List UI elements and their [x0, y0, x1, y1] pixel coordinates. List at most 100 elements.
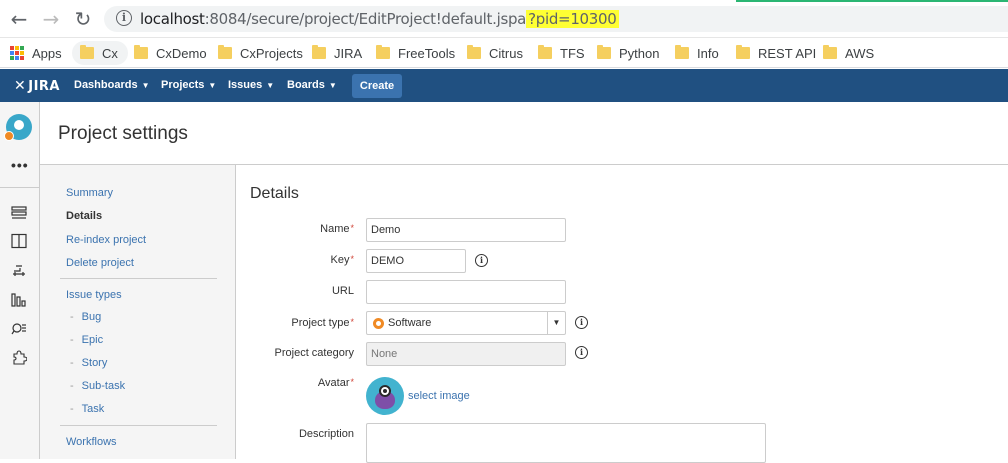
key-help-icon[interactable]: i: [475, 254, 488, 267]
jira-logo[interactable]: ✕ JIRA: [14, 78, 60, 94]
url-label: URL: [236, 285, 354, 297]
bookmark-cxprojects[interactable]: CxProjects: [218, 44, 303, 62]
avatar-pupil: [383, 389, 387, 393]
label-text: Key: [330, 254, 350, 266]
required-marker: *: [350, 317, 354, 327]
nav-dashboards[interactable]: Dashboards ▼: [74, 79, 150, 91]
nav-label: Boards: [287, 79, 325, 91]
dash-marker: -: [70, 380, 74, 392]
settings-nav-reindex[interactable]: Re-index project: [66, 234, 146, 246]
name-label: Name*: [236, 223, 354, 235]
jira-logo-icon: ✕: [14, 78, 27, 94]
folder-icon: [467, 45, 481, 59]
bookmark-cxdemo[interactable]: CxDemo: [134, 44, 207, 62]
project-type-help-icon[interactable]: i: [575, 316, 588, 329]
issue-type-label: Task: [81, 403, 105, 415]
url-query-highlighted: ?pid=10300: [526, 10, 619, 28]
description-textarea[interactable]: [366, 423, 766, 463]
label-text: Name: [320, 223, 350, 235]
software-type-icon: [373, 318, 384, 329]
more-icon[interactable]: •••: [11, 157, 29, 173]
issue-type-epic[interactable]: - Epic: [70, 334, 103, 346]
bookmark-label: CxDemo: [156, 45, 207, 61]
selected-value: Software: [388, 317, 432, 329]
settings-nav: Summary Details Re-index project Delete …: [40, 165, 236, 459]
project-sidebar: •••: [0, 102, 40, 459]
settings-nav-divider: [60, 425, 217, 426]
issues-search-icon[interactable]: [11, 320, 27, 336]
details-panel: Details Name* Key* i URL Project type* S…: [236, 165, 1008, 463]
name-input[interactable]: [366, 218, 566, 242]
backlog-icon[interactable]: [11, 205, 27, 221]
settings-nav-details[interactable]: Details: [66, 210, 102, 222]
bookmark-python[interactable]: Python: [597, 44, 659, 62]
dash-marker: -: [70, 334, 74, 346]
label-text: URL: [331, 285, 354, 297]
url-path: :8084/secure/project/EditProject!default…: [204, 10, 527, 28]
description-label: Description: [236, 428, 354, 440]
bookmark-tfs[interactable]: TFS: [538, 44, 585, 62]
bookmark-aws[interactable]: AWS: [823, 44, 874, 62]
nav-label: Projects: [161, 79, 205, 91]
bookmark-label: CxProjects: [240, 45, 303, 61]
folder-icon: [675, 45, 689, 59]
avatar-label: Avatar*: [236, 377, 354, 389]
dash-marker: -: [70, 311, 74, 323]
caret-down-icon: ▼: [328, 81, 337, 90]
issue-type-label: Epic: [81, 334, 104, 346]
key-label: Key*: [236, 254, 354, 266]
board-icon[interactable]: [11, 233, 27, 249]
releases-icon[interactable]: [11, 262, 27, 278]
bookmark-label: REST API: [758, 45, 817, 61]
nav-issues[interactable]: Issues ▼: [228, 79, 274, 91]
create-button[interactable]: Create: [352, 74, 402, 98]
label-text: Project category: [274, 347, 354, 359]
issue-type-story[interactable]: - Story: [70, 357, 107, 369]
nav-label: Dashboards: [74, 79, 138, 91]
bookmark-apps[interactable]: Apps: [10, 44, 62, 62]
project-type-select[interactable]: Software ▼: [366, 311, 566, 335]
nav-projects[interactable]: Projects ▼: [161, 79, 216, 91]
bookmark-label: AWS: [845, 45, 875, 61]
nav-boards[interactable]: Boards ▼: [287, 79, 337, 91]
issue-type-bug[interactable]: - Bug: [70, 311, 101, 323]
issue-type-label: Bug: [81, 311, 102, 323]
site-info-icon[interactable]: i: [116, 10, 132, 26]
jira-header: ✕ JIRA Dashboards ▼ Projects ▼ Issues ▼ Boar…: [0, 69, 1008, 102]
project-type-badge-icon: [4, 131, 14, 141]
chevron-down-icon[interactable]: ▼: [547, 312, 565, 334]
bookmark-label: FreeTools: [398, 45, 456, 61]
folder-icon: [597, 45, 611, 59]
settings-nav-issue-types[interactable]: Issue types: [66, 289, 122, 301]
bookmark-freetools[interactable]: FreeTools: [376, 44, 455, 62]
bookmark-cx[interactable]: Cx: [72, 41, 128, 65]
settings-nav-summary[interactable]: Summary: [66, 187, 113, 199]
back-arrow-icon[interactable]: ←: [8, 8, 30, 30]
folder-icon: [312, 45, 326, 59]
apps-grid-icon: [10, 46, 24, 60]
required-marker: *: [350, 223, 354, 233]
settings-nav-delete[interactable]: Delete project: [66, 257, 134, 269]
settings-nav-workflows[interactable]: Workflows: [66, 436, 117, 448]
bookmark-rest-api[interactable]: REST API: [736, 44, 816, 62]
issue-type-subtask[interactable]: - Sub-task: [70, 380, 125, 392]
url-text[interactable]: localhost:8084/secure/project/EditProjec…: [140, 10, 619, 28]
loading-indicator: [736, 0, 1008, 2]
bookmark-info[interactable]: Info: [675, 44, 719, 62]
project-category-help-icon[interactable]: i: [575, 346, 588, 359]
url-input[interactable]: [366, 280, 566, 304]
select-image-link[interactable]: select image: [408, 390, 470, 402]
issue-type-label: Sub-task: [81, 380, 126, 392]
caret-down-icon: ▼: [208, 81, 217, 90]
key-input[interactable]: [366, 249, 466, 273]
bookmark-citrus[interactable]: Citrus: [467, 44, 523, 62]
page-title: Project settings: [58, 123, 188, 144]
reload-icon[interactable]: ↻: [72, 8, 94, 30]
add-ons-puzzle-icon[interactable]: [11, 349, 27, 365]
bookmark-label: Apps: [32, 45, 62, 61]
project-avatar-image[interactable]: [366, 377, 404, 415]
issue-type-task[interactable]: - Task: [70, 403, 104, 415]
forward-arrow-icon[interactable]: →: [40, 8, 62, 30]
bookmark-jira[interactable]: JIRA: [312, 44, 362, 62]
reports-icon[interactable]: [11, 291, 27, 307]
